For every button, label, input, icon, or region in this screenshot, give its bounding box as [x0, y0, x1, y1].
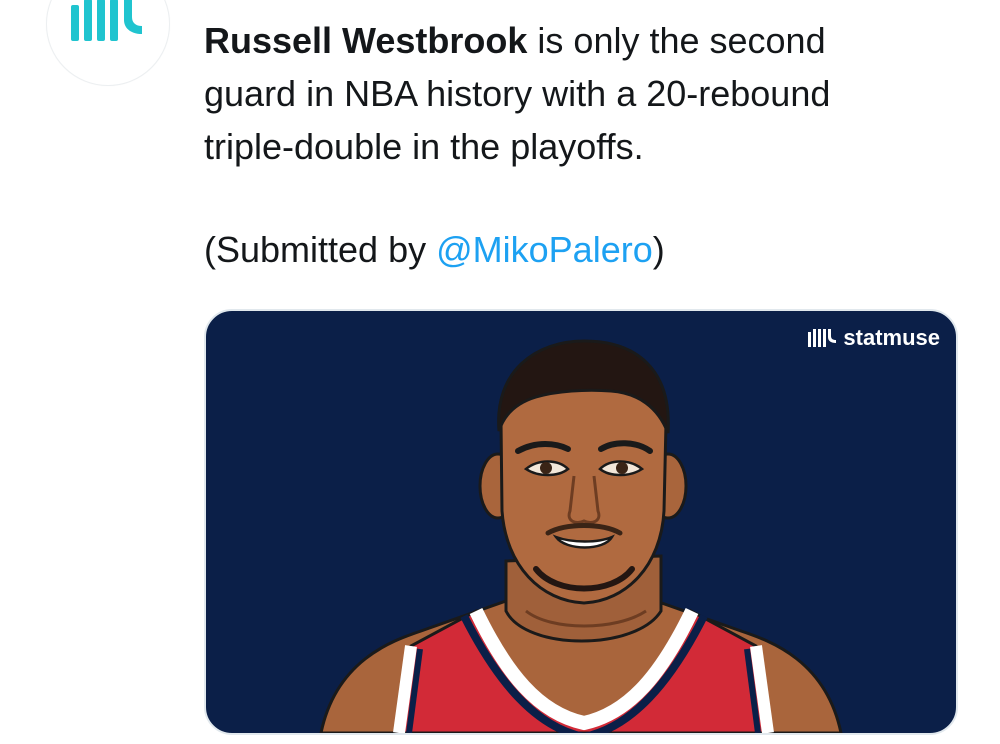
media-card[interactable]: statmuse	[204, 309, 958, 735]
submitted-by-line: (Submitted by @MikoPalero)	[204, 223, 924, 276]
header-cutoff-icons	[340, 0, 470, 4]
statmuse-watermark: statmuse	[807, 325, 940, 351]
submitted-prefix: (Submitted by	[204, 229, 437, 270]
statmuse-logo-icon	[71, 0, 142, 41]
statmuse-logo-icon	[808, 329, 837, 347]
player-portrait-illustration	[319, 339, 843, 733]
watermark-text: statmuse	[843, 325, 940, 350]
tweet-bold-name[interactable]: Russell Westbrook	[204, 20, 527, 61]
account-avatar[interactable]	[46, 0, 170, 86]
submitted-suffix: )	[652, 229, 665, 270]
tweet-text: Russell Westbrook is only the second gua…	[204, 14, 924, 173]
mention-link[interactable]: @MikoPalero	[436, 229, 653, 270]
